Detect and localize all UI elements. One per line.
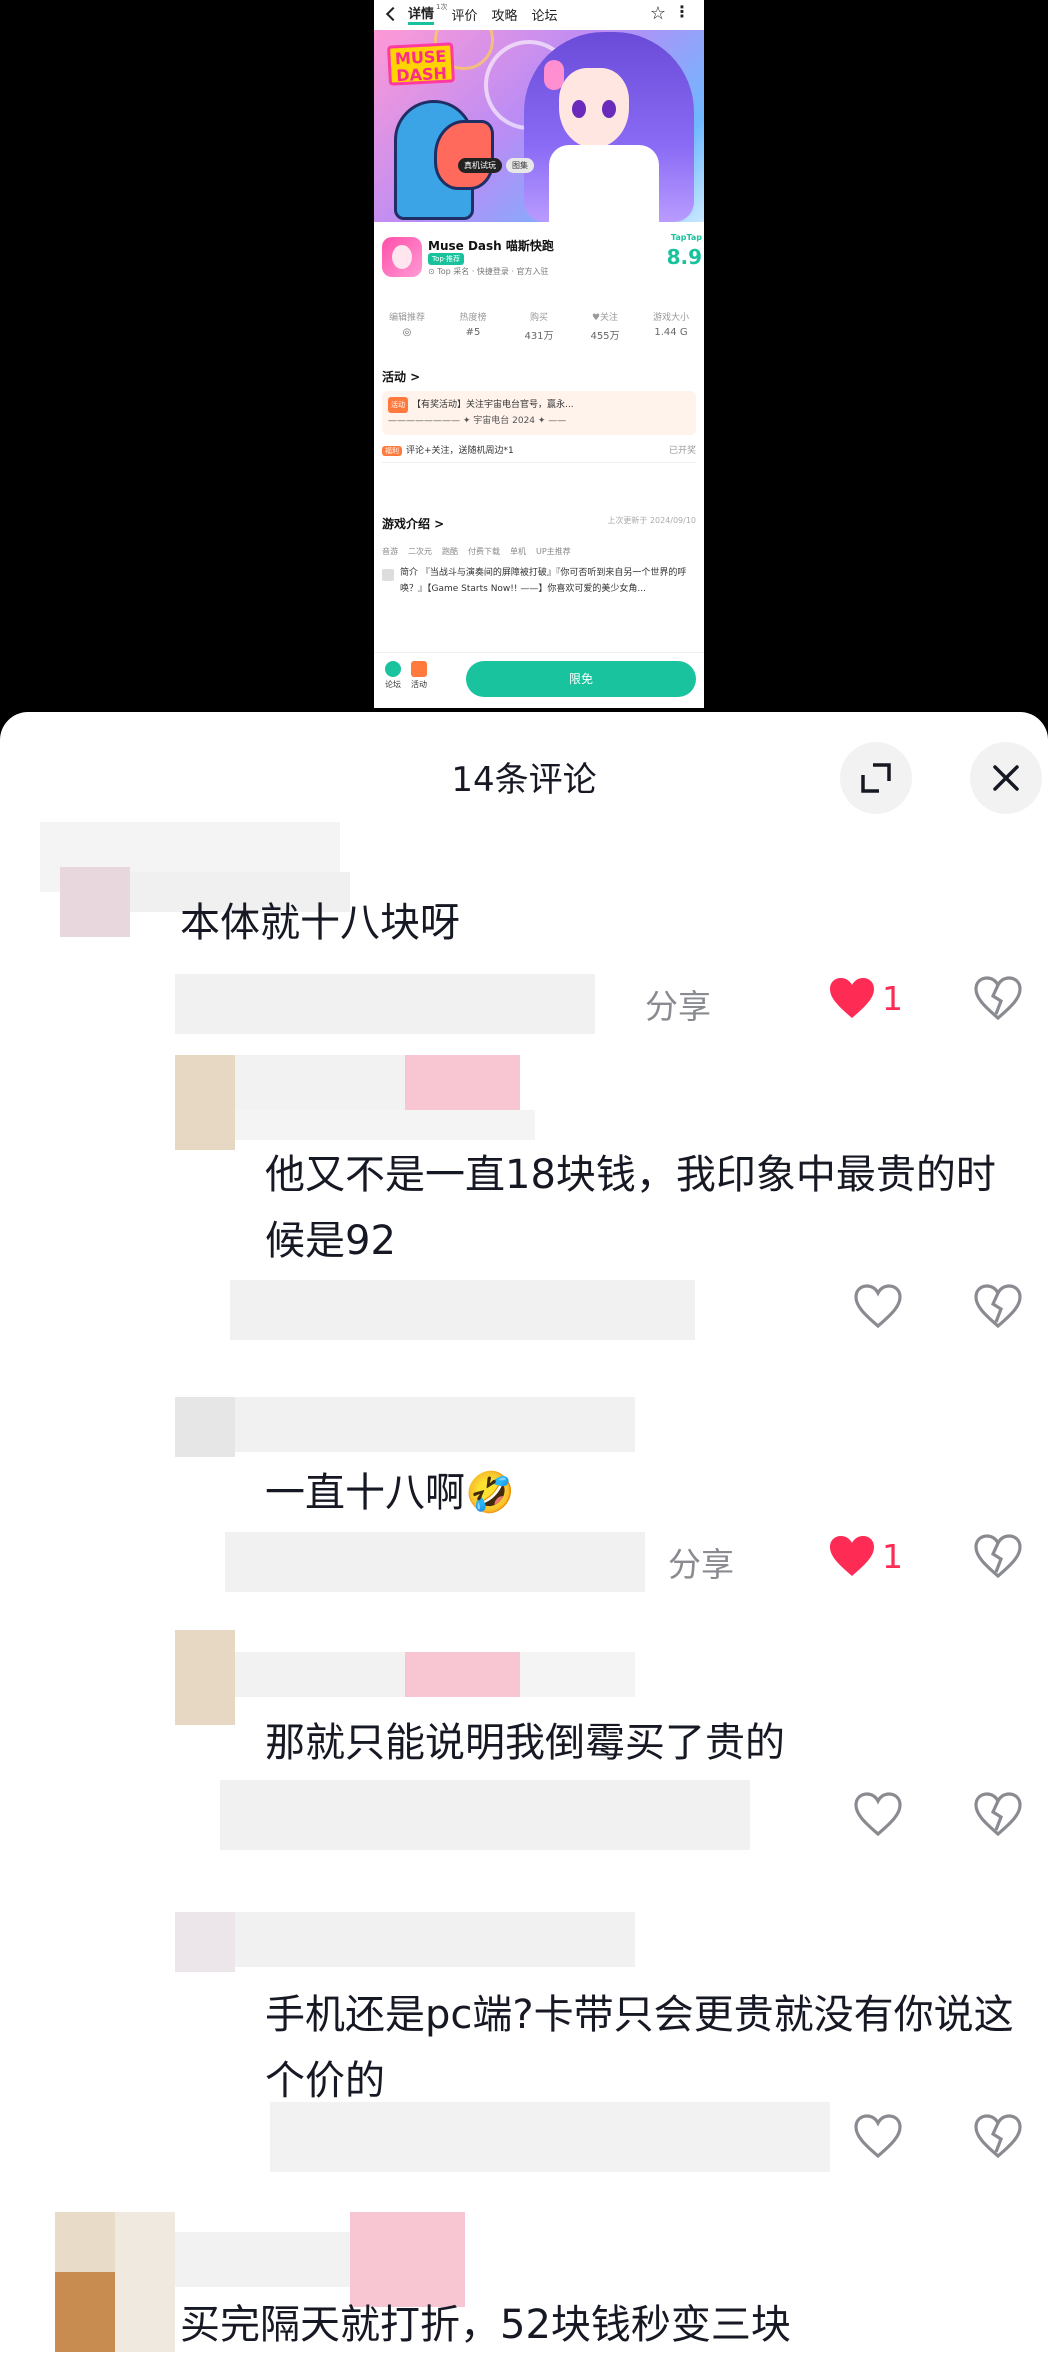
girl-body xyxy=(549,145,659,222)
comment-text: 本体就十八块呀 xyxy=(180,900,460,946)
dislike-button[interactable] xyxy=(974,1534,1022,1578)
activity-card: 活动 【有奖活动】关注宇宙电台官号，赢永... ———————— ✦ 宇宙电台 2… xyxy=(382,391,696,435)
activity-section: 活动 > 活动 【有奖活动】关注宇宙电台官号，赢永... ———————— ✦ 宇… xyxy=(374,368,704,463)
dislike-button[interactable] xyxy=(974,1284,1022,1328)
activity-row: 福利 评论+关注，送随机周边*1 已开奖 xyxy=(382,443,696,463)
heart-outline-icon xyxy=(854,1284,902,1328)
expand-button[interactable] xyxy=(840,742,912,814)
app-score: 8.9 xyxy=(666,245,702,269)
app-tag: Top·推荐 xyxy=(428,253,465,265)
dislike-button[interactable] xyxy=(974,1792,1022,1836)
tab-forum: 论坛 xyxy=(531,8,558,24)
score-label: TapTap xyxy=(670,233,702,242)
star-icon: ☆ xyxy=(649,3,666,24)
heart-broken-icon xyxy=(974,1792,1022,1836)
avatar[interactable] xyxy=(175,1055,235,1150)
share-button[interactable]: 分享 xyxy=(645,980,711,1028)
heart-broken-icon xyxy=(974,1284,1022,1328)
app-info: Muse Dash 喵斯快跑 Top·推荐 ⊙ Top 采名 · 快捷登录 · … xyxy=(374,225,704,305)
forum-icon xyxy=(385,661,401,677)
app-name: Muse Dash 喵斯快跑 xyxy=(428,239,554,253)
app-icon xyxy=(382,237,422,277)
game-logo: MUSE DASH xyxy=(386,42,456,86)
tab-guides: 攻略 xyxy=(491,8,518,24)
like-button[interactable] xyxy=(854,1284,902,1328)
share-button[interactable]: 分享 xyxy=(668,1538,734,1586)
intro-icon xyxy=(382,569,394,581)
heart-outline-icon xyxy=(854,1792,902,1836)
gallery-chip: 图集 xyxy=(506,158,534,173)
comment-text: 他又不是一直18块钱，我印象中最贵的时候是92 xyxy=(265,1152,996,1264)
intro-section: 游戏介绍 > 上次更新于 2024/09/10 音游 二次元 跑酷 付费下载 单… xyxy=(374,515,704,597)
gift-icon xyxy=(411,661,427,677)
comment-text: 手机还是pc端?卡带只会更贵就没有你说这个价的 xyxy=(265,1992,1014,2104)
heart-broken-icon xyxy=(974,2114,1022,2158)
tab-sup: 1次 xyxy=(436,3,448,11)
tab-reviews: 评价 xyxy=(451,8,478,24)
heart-outline-icon xyxy=(854,2114,902,2158)
embedded-app-screenshot: 详情 1次 评价 攻略 论坛 ☆ ⋮ MUSE DASH 真机试玩 图集 Mus… xyxy=(374,0,704,708)
dislike-button[interactable] xyxy=(974,2114,1022,2158)
robot-face xyxy=(434,120,494,190)
like-count: 1 xyxy=(882,978,903,1018)
comment-sheet: 14条评论 本体就十八块呀 分享 1 他又不是一直18块钱，我印象中最贵的时候是… xyxy=(0,712,1048,2372)
comment-text: 那就只能说明我倒霉买了贵的 xyxy=(265,1720,785,1766)
expand-icon xyxy=(861,763,891,793)
free-button: 限免 xyxy=(466,661,696,697)
avatar[interactable] xyxy=(175,1397,235,1457)
intro-date: 上次更新于 2024/09/10 xyxy=(607,516,696,525)
like-button[interactable] xyxy=(854,2114,902,2158)
comment-text: 买完隔天就打折，52块钱秒变三块 xyxy=(180,2302,791,2348)
intro-description: 简介 『当战斗与演奏间的屏障被打破』『你可否听到来自另一个世界的呼唤？』【Gam… xyxy=(374,557,704,597)
tab-details: 详情 xyxy=(408,3,435,25)
like-button[interactable]: 1 xyxy=(828,976,903,1020)
heart-filled-icon xyxy=(830,978,874,1018)
back-icon xyxy=(385,6,401,22)
avatar[interactable] xyxy=(60,867,130,937)
like-count: 1 xyxy=(882,1536,903,1576)
heart-filled-icon xyxy=(830,1536,874,1576)
embedded-screenshot-area: 详情 1次 评价 攻略 论坛 ☆ ⋮ MUSE DASH 真机试玩 图集 Mus… xyxy=(0,0,1048,715)
demo-chip: 真机试玩 xyxy=(458,158,502,173)
app-subtitle: ⊙ Top 采名 · 快捷登录 · 官方入驻 xyxy=(428,267,549,276)
app-bottom-bar: 论坛 活动 限免 xyxy=(374,652,704,708)
game-banner: MUSE DASH 真机试玩 图集 xyxy=(374,30,704,222)
avatar[interactable] xyxy=(175,1630,235,1725)
intro-title: 游戏介绍 > xyxy=(382,517,445,531)
app-topbar: 详情 1次 评价 攻略 论坛 ☆ ⋮ xyxy=(374,0,704,28)
activity-title: 活动 > xyxy=(382,370,421,384)
comment-text: 一直十八啊🤣 xyxy=(265,1470,515,1516)
intro-tags: 音游 二次元 跑酷 付费下载 单机 UP主推荐 xyxy=(382,547,571,556)
dislike-button[interactable] xyxy=(974,976,1022,1020)
heart-broken-icon xyxy=(974,976,1022,1020)
more-icon: ⋮ xyxy=(674,2,690,21)
avatar[interactable] xyxy=(55,2212,115,2272)
avatar[interactable] xyxy=(175,1912,235,1972)
girl-face xyxy=(559,68,629,148)
like-button[interactable]: 1 xyxy=(828,1534,903,1578)
app-stats: 编辑推荐 ◎ 热度榜 #5 购买 431万 ♥关注 455万 游戏大小 1.44 G xyxy=(388,313,689,342)
heart-broken-icon xyxy=(974,1534,1022,1578)
close-icon xyxy=(993,765,1019,791)
like-button[interactable] xyxy=(854,1792,902,1836)
close-button[interactable] xyxy=(970,742,1042,814)
